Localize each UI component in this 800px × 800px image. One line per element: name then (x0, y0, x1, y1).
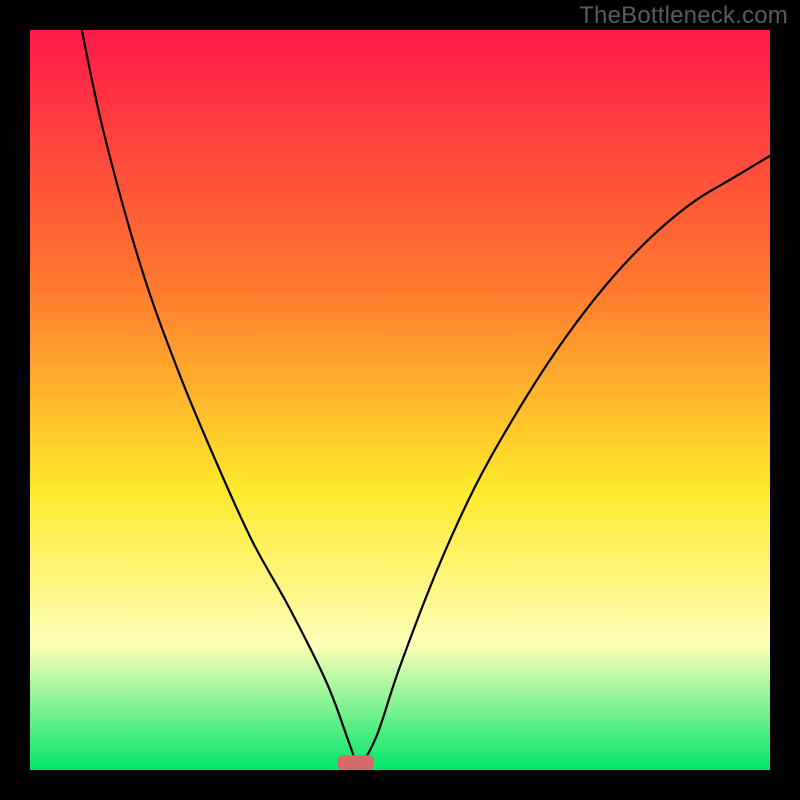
gradient-background (30, 30, 770, 770)
outer-frame: TheBottleneck.com (0, 0, 800, 800)
watermark-text: TheBottleneck.com (579, 2, 788, 30)
chart-svg (30, 30, 770, 770)
plot-area (30, 30, 770, 770)
bottleneck-marker (337, 755, 374, 770)
